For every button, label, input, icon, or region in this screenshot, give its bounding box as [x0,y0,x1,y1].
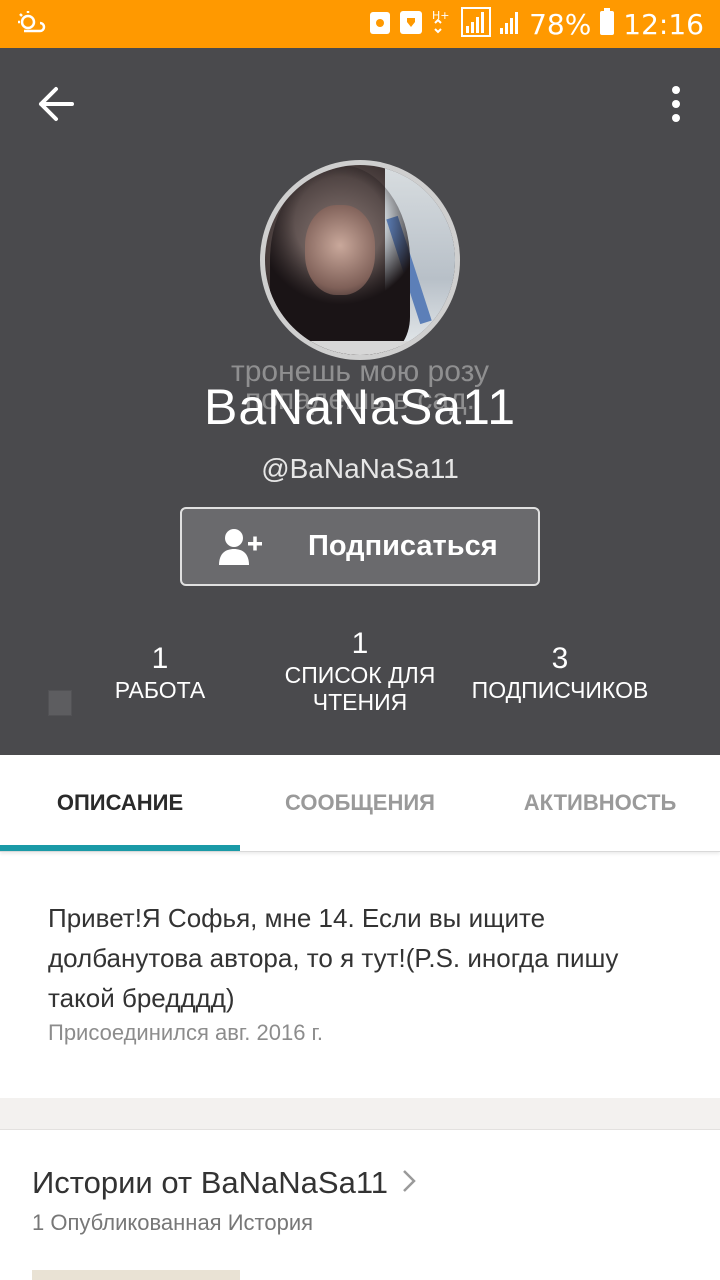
stat-works[interactable]: 1 РАБОТА [100,641,220,704]
tab-activity[interactable]: АКТИВНОСТЬ [480,755,720,851]
svg-text:H+: H+ [432,9,450,22]
stories-header[interactable]: Истории от BaNaNaSa11 [32,1165,416,1201]
status-bar: H+ 78% 12:16 [0,0,720,48]
stories-count: 1 Опубликованная История [32,1210,314,1235]
stat-reading-label: СПИСОК ДЛЯ ЧТЕНИЯ [284,662,436,715]
avatar[interactable] [260,160,460,360]
stat-reading-lists[interactable]: 1 СПИСОК ДЛЯ ЧТЕНИЯ [270,626,450,716]
stat-followers[interactable]: 3 ПОДПИСЧИКОВ [460,641,660,704]
placeholder-square [48,690,72,716]
follow-button[interactable]: Подписаться [180,507,540,586]
stat-followers-label: ПОДПИСЧИКОВ [471,677,649,703]
tab-description[interactable]: ОПИСАНИЕ [0,755,240,851]
avatar-image [265,165,455,355]
profile-tabs: ОПИСАНИЕ СООБЩЕНИЯ АКТИВНОСТЬ [0,755,720,852]
back-button[interactable] [30,80,82,132]
profile-username: BaNaNaSa11 [203,379,517,435]
clock: 12:16 [623,7,704,41]
stat-works-count: 1 [151,642,169,675]
profile-handle: @BaNaNaSa11 [261,453,459,484]
notification-icon [369,9,391,40]
network-type-icon: H+ [431,7,453,42]
chevron-right-icon [402,1165,416,1201]
arrow-left-icon [38,86,74,127]
tab-messages[interactable]: СООБЩЕНИЯ [240,755,480,851]
story-cover[interactable] [32,1270,240,1280]
weather-icon [16,9,46,39]
profile-description: Привет!Я Софья, мне 14. Если вы ищите до… [48,903,619,1013]
stat-followers-count: 3 [551,642,569,675]
more-vert-icon [670,85,682,127]
signal-icon [461,6,492,42]
download-icon [399,9,423,40]
stat-reading-count: 1 [351,627,369,660]
overflow-menu-button[interactable] [660,80,692,132]
follow-button-label: Подписаться [308,530,498,562]
battery-icon [599,7,615,41]
signal-icon-2 [499,7,521,42]
add-user-icon [182,509,302,584]
joined-date: Присоединился авг. 2016 г. [48,1020,323,1045]
profile-header: тронешь мою розу попадешь в сад. BaNaNaS… [0,48,720,755]
section-divider [0,1098,720,1130]
stat-works-label: РАБОТА [114,677,206,703]
stories-title: Истории от BaNaNaSa11 [32,1165,389,1200]
battery-percent: 78% [529,7,592,41]
